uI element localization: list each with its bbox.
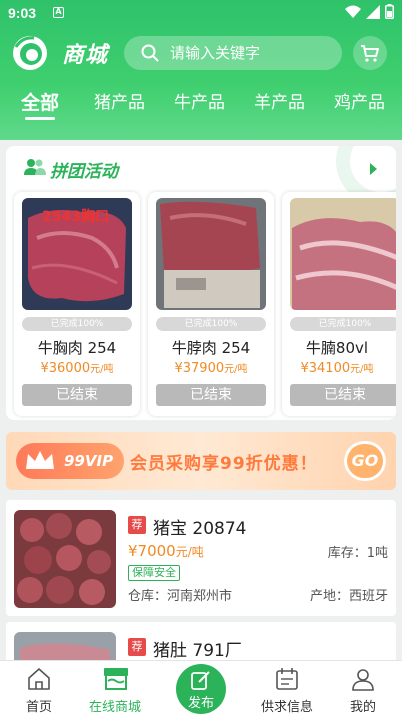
item-origin: 产地：西班牙 xyxy=(309,589,388,604)
nav-label: 我的 xyxy=(349,700,376,715)
product-price: ¥36000元/吨 xyxy=(40,361,114,376)
nav-label: 在线商城 xyxy=(88,700,141,715)
tab-beef[interactable]: 牛产品 xyxy=(174,88,225,113)
edit-icon xyxy=(191,671,210,690)
group-buy-section: 拼团活动 2543胸口 已完成100% 牛胸肉 254 ¥36000元/吨 已结… xyxy=(6,146,396,420)
top-bar: 商城 xyxy=(0,33,402,73)
product-list-item[interactable]: 荐 猪宝 20874 ¥7000元/吨 库存：1吨 保障安全 仓库：河南郑州市 … xyxy=(6,500,396,616)
nav-home[interactable]: 首页 xyxy=(4,661,74,716)
home-icon xyxy=(28,668,50,690)
nav-label: 供求信息 xyxy=(260,700,313,715)
group-icon xyxy=(24,159,46,175)
battery-icon xyxy=(385,4,394,19)
calendar-icon xyxy=(276,668,298,690)
crown-icon xyxy=(26,451,54,469)
tab-pork[interactable]: 猪产品 xyxy=(94,88,145,113)
item-title: 猪宝 20874 xyxy=(153,519,247,539)
go-button[interactable]: GO xyxy=(344,441,386,481)
vip-promo-text: 会员采购享99折优惠！ xyxy=(130,454,318,474)
vip-banner[interactable]: 99VIP 会员采购享99折优惠！ GO xyxy=(6,432,396,490)
product-name: 牛胸肉 254 xyxy=(37,339,117,357)
safety-badge: 保障安全 xyxy=(128,565,180,581)
group-buy-header[interactable]: 拼团活动 xyxy=(6,146,396,188)
logo-icon xyxy=(13,36,47,70)
notification-icon: A xyxy=(53,7,64,18)
item-price: ¥7000元/吨 xyxy=(128,542,204,560)
item-stock: 库存：1吨 xyxy=(327,546,388,561)
cart-button[interactable] xyxy=(353,36,387,70)
vip-badge: 99VIP xyxy=(16,443,124,479)
tab-mutton[interactable]: 羊产品 xyxy=(254,88,305,113)
product-price: ¥34100元/吨 xyxy=(300,361,374,376)
nav-label: 首页 xyxy=(25,700,52,715)
nav-profile[interactable]: 我的 xyxy=(328,661,398,716)
search-icon xyxy=(141,44,159,62)
wifi-icon xyxy=(345,5,361,18)
product-image xyxy=(156,198,266,310)
status-time: 9:03 xyxy=(8,5,37,21)
active-tab-indicator xyxy=(25,117,55,120)
recommend-tag: 荐 xyxy=(128,516,146,534)
product-name: 牛脖肉 254 xyxy=(171,339,251,357)
store-icon xyxy=(104,668,128,690)
arrow-right-icon[interactable] xyxy=(370,163,377,175)
nav-label: 发布 xyxy=(187,696,214,711)
progress-label: 已完成100% xyxy=(22,317,132,331)
category-tabs: 全部 猪产品 牛产品 羊产品 鸡产品 xyxy=(0,88,402,122)
group-product-card[interactable]: 已完成100% 牛脖肉 254 ¥37900元/吨 已结束 xyxy=(148,192,274,416)
nav-mall[interactable]: 在线商城 xyxy=(80,661,150,716)
vip-badge-text: 99VIP xyxy=(64,452,114,470)
item-title: 猪肚 791厂 xyxy=(153,641,242,661)
app-header: 9:03 A 商城 全部 猪产品 牛产品 羊产品 鸡产品 xyxy=(0,0,402,140)
group-buy-title: 拼团活动 xyxy=(50,162,118,182)
signal-icon xyxy=(366,4,380,19)
search-bar[interactable] xyxy=(124,36,342,70)
recommend-tag: 荐 xyxy=(128,638,146,656)
nav-supply-demand[interactable]: 供求信息 xyxy=(252,661,322,716)
product-image: 2543胸口 xyxy=(22,198,132,310)
user-icon xyxy=(352,669,374,691)
product-name: 牛腩80vl xyxy=(305,339,369,357)
progress-label: 已完成100% xyxy=(156,317,266,331)
group-product-card[interactable]: 2543胸口 已完成100% 牛胸肉 254 ¥36000元/吨 已结束 xyxy=(14,192,140,416)
status-bar: 9:03 A xyxy=(0,0,402,26)
ended-button[interactable]: 已结束 xyxy=(22,384,132,406)
tab-chicken[interactable]: 鸡产品 xyxy=(334,88,385,113)
publish-button[interactable]: 发布 xyxy=(176,664,226,714)
status-icons xyxy=(345,4,394,19)
search-input[interactable] xyxy=(170,42,330,64)
product-image xyxy=(14,510,116,608)
product-image xyxy=(290,198,396,310)
group-product-card[interactable]: 已完成100% 牛腩80vl ¥34100元/吨 已结束 xyxy=(282,192,396,416)
progress-label: 已完成100% xyxy=(290,317,396,331)
ended-button[interactable]: 已结束 xyxy=(290,384,396,406)
tab-all[interactable]: 全部 xyxy=(21,88,59,115)
product-price: ¥37900元/吨 xyxy=(174,361,248,376)
image-overlay-text: 2543胸口 xyxy=(42,209,109,225)
cart-icon xyxy=(361,45,379,62)
brand-title: 商城 xyxy=(62,43,109,68)
item-warehouse: 仓库：河南郑州市 xyxy=(128,589,233,604)
ended-button[interactable]: 已结束 xyxy=(156,384,266,406)
